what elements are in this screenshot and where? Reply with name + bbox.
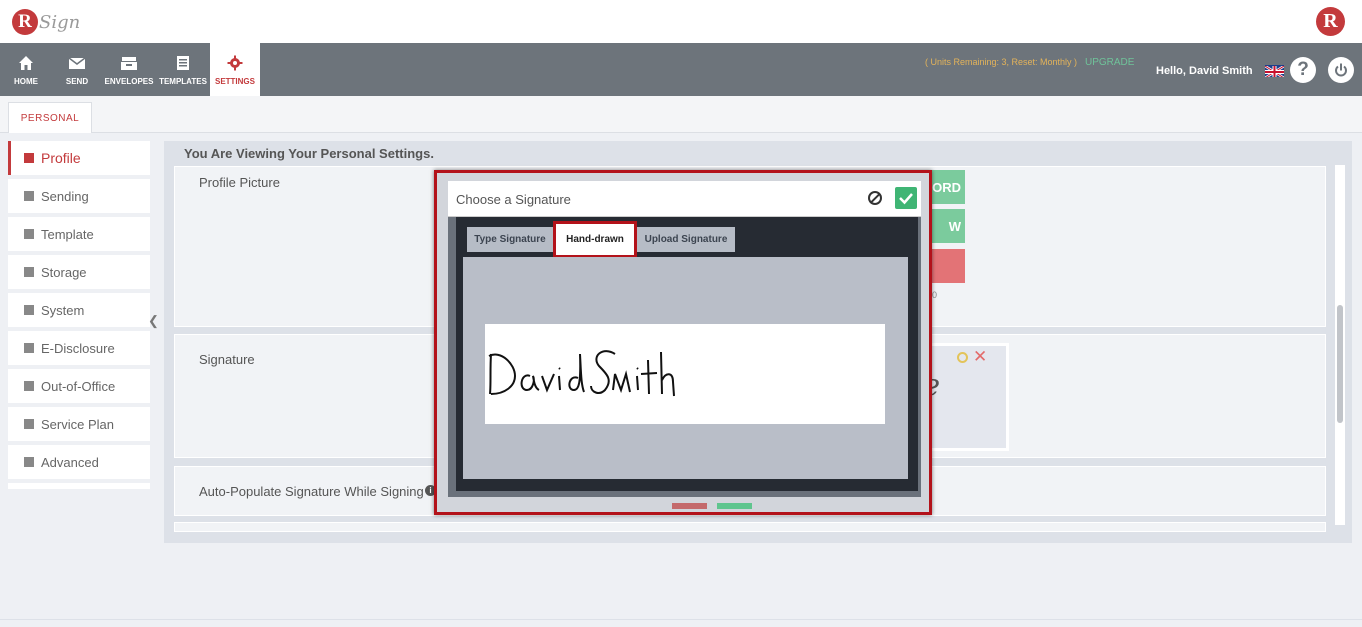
page-title: You Are Viewing Your Personal Settings. bbox=[184, 146, 434, 161]
door-icon bbox=[24, 381, 34, 391]
profile-icon bbox=[24, 153, 34, 163]
logo-word: Sign bbox=[39, 11, 81, 33]
nav-label: ENVELOPES bbox=[104, 76, 154, 86]
modal-header: Choose a Signature bbox=[448, 181, 921, 217]
tab-personal[interactable]: PERSONAL bbox=[8, 102, 92, 133]
sidebar-item-system[interactable]: System bbox=[8, 293, 150, 327]
send-icon bbox=[24, 191, 34, 201]
confirm-check-icon[interactable] bbox=[895, 187, 917, 209]
sidebar-item-label: Service Plan bbox=[41, 416, 114, 432]
storage-icon bbox=[24, 267, 34, 277]
units-remaining: ( Units Remaining: 3, Reset: Monthly ) bbox=[925, 57, 1078, 67]
template-icon bbox=[24, 229, 34, 239]
home-icon bbox=[19, 55, 33, 70]
nav-envelopes[interactable]: ENVELOPES bbox=[103, 43, 155, 96]
uk-flag-icon[interactable] bbox=[1265, 65, 1284, 77]
main-nav: HOME SEND ENVELOPES TEMPLATES SETTINGS (… bbox=[0, 43, 1362, 96]
sidebar-item-template[interactable]: Template bbox=[8, 217, 150, 251]
tab-type-signature[interactable]: Type Signature bbox=[467, 227, 553, 252]
nav-home[interactable]: HOME bbox=[6, 43, 46, 96]
scrollbar-thumb[interactable] bbox=[1337, 305, 1343, 423]
sidebar-item-label: E-Disclosure bbox=[41, 340, 115, 356]
sidebar-item-label: System bbox=[41, 302, 85, 318]
close-icon[interactable]: ✕ bbox=[973, 347, 987, 367]
sidebar-item-storage[interactable]: Storage bbox=[8, 255, 150, 289]
sidebar-item-label: Sending bbox=[41, 188, 89, 204]
disclosure-icon bbox=[24, 343, 34, 353]
nav-settings[interactable]: SETTINGS bbox=[210, 43, 260, 96]
drawing-area bbox=[463, 257, 908, 479]
signature-canvas[interactable] bbox=[485, 324, 885, 424]
logo-letter: R bbox=[12, 9, 38, 35]
logout-power-icon[interactable] bbox=[1328, 57, 1354, 83]
rsign-badge-icon[interactable]: R bbox=[1316, 7, 1345, 36]
sidebar-item-label: Profile bbox=[41, 150, 81, 166]
clear-icon-slash bbox=[869, 193, 881, 204]
choose-signature-modal: Choose a Signature Type Signature Hand-d… bbox=[434, 170, 932, 515]
plan-icon bbox=[24, 419, 34, 429]
clear-icon[interactable] bbox=[868, 191, 882, 205]
hand-drawn-signature bbox=[488, 350, 675, 397]
sidebar-item-label: Template bbox=[41, 226, 94, 242]
sidebar-item-label: Storage bbox=[41, 264, 87, 280]
settings-subtabs: PERSONAL bbox=[0, 96, 1362, 133]
tab-hand-drawn[interactable]: Hand-drawn bbox=[553, 221, 637, 258]
greeting-prefix: Hello, bbox=[1156, 65, 1186, 77]
chevron-left-icon[interactable]: ❮ bbox=[148, 313, 159, 329]
footer-divider bbox=[0, 619, 1362, 620]
monitor-icon bbox=[24, 305, 34, 315]
nav-label: SETTINGS bbox=[214, 76, 255, 86]
hidden-save-button[interactable] bbox=[717, 503, 752, 509]
upgrade-link[interactable]: UPGRADE bbox=[1085, 57, 1134, 68]
sidebar-item-label: Out-of-Office bbox=[41, 378, 116, 394]
mail-icon bbox=[68, 56, 86, 69]
templates-icon bbox=[177, 55, 189, 70]
sidebar-item-label: Advanced bbox=[41, 454, 99, 470]
help-icon[interactable]: ? bbox=[1290, 57, 1316, 83]
button-label: W bbox=[948, 218, 961, 234]
greeting: Hello, David Smith bbox=[1156, 65, 1253, 77]
gear-icon bbox=[227, 55, 243, 70]
nav-send[interactable]: SEND bbox=[57, 43, 97, 96]
sidebar-item-sending[interactable]: Sending bbox=[8, 179, 150, 213]
signature-panel: Type Signature Hand-drawn Upload Signatu… bbox=[456, 217, 918, 491]
sidebar-item-profile[interactable]: Profile bbox=[8, 141, 150, 175]
nav-label: HOME bbox=[14, 76, 38, 86]
modal-body: Type Signature Hand-drawn Upload Signatu… bbox=[448, 217, 921, 497]
gears-icon bbox=[24, 457, 34, 467]
settings-sidebar: Profile Sending Template Storage System … bbox=[8, 141, 150, 489]
edit-icon[interactable] bbox=[957, 352, 968, 363]
signature-label: Signature bbox=[199, 352, 255, 367]
user-name[interactable]: David Smith bbox=[1189, 65, 1253, 77]
envelopes-icon bbox=[121, 56, 137, 70]
profile-picture-label: Profile Picture bbox=[199, 175, 280, 190]
sidebar-item-e-disclosure[interactable]: E-Disclosure bbox=[8, 331, 150, 365]
tab-upload-signature[interactable]: Upload Signature bbox=[637, 227, 735, 252]
next-card bbox=[174, 522, 1326, 532]
sidebar-item-out-of-office[interactable]: Out-of-Office bbox=[8, 369, 150, 403]
sidebar-item-advanced[interactable]: Advanced bbox=[8, 445, 150, 479]
nav-label: TEMPLATES bbox=[159, 76, 207, 86]
nav-templates[interactable]: TEMPLATES bbox=[157, 43, 209, 96]
sidebar-item-service-plan[interactable]: Service Plan bbox=[8, 407, 150, 441]
modal-title: Choose a Signature bbox=[456, 192, 571, 207]
hidden-cancel-button[interactable] bbox=[672, 503, 707, 509]
top-bar: R Sign R bbox=[0, 0, 1362, 43]
page-scrollbar[interactable] bbox=[1335, 165, 1345, 525]
sidebar-end bbox=[8, 483, 150, 489]
rsign-logo[interactable]: R Sign bbox=[12, 5, 80, 39]
nav-label: SEND bbox=[65, 76, 89, 86]
auto-populate-label: Auto-Populate Signature While Signing bbox=[199, 484, 424, 499]
